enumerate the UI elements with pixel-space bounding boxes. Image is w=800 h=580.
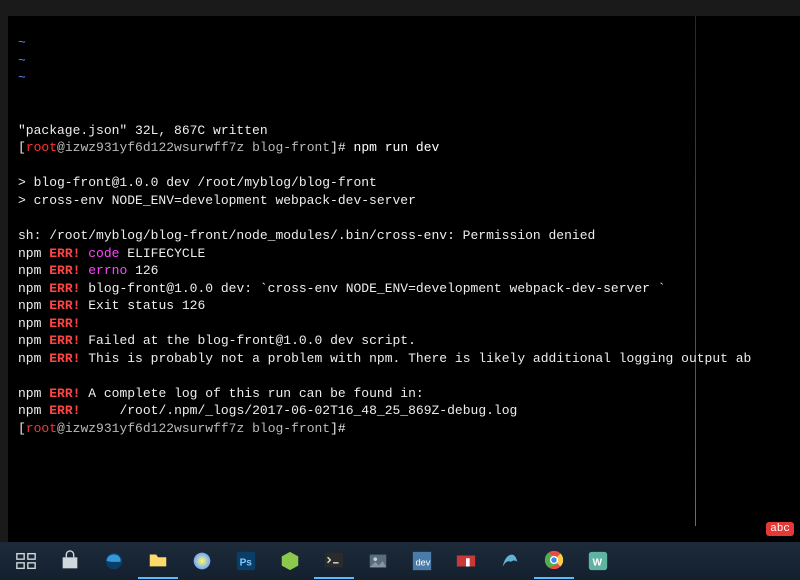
column-guide-line bbox=[695, 16, 696, 526]
npm-script-header: > cross-env NODE_ENV=development webpack… bbox=[18, 192, 790, 210]
prompt-host: izwz931yf6d122wsurwff7z bbox=[65, 421, 244, 436]
taskbar-settings-color[interactable] bbox=[182, 544, 222, 578]
prompt-user: root bbox=[26, 421, 57, 436]
npm-error-line: npm ERR! /root/.npm/_logs/2017-06-02T16_… bbox=[18, 402, 790, 420]
vim-tilde: ~ bbox=[18, 69, 790, 87]
npm-error-line: npm ERR! bbox=[18, 315, 790, 333]
terminal-icon bbox=[323, 549, 345, 571]
task-view-icon bbox=[15, 550, 37, 572]
taskbar-dev-cpp[interactable]: dev bbox=[402, 544, 442, 578]
blank-line bbox=[18, 157, 790, 175]
edge-icon bbox=[103, 550, 125, 572]
blank-line bbox=[18, 209, 790, 227]
taskbar-wps[interactable]: W bbox=[578, 544, 618, 578]
npm-icon bbox=[455, 550, 477, 572]
wps-icon: W bbox=[587, 550, 609, 572]
vim-write-message: "package.json" 32L, 867C written bbox=[18, 122, 790, 140]
npm-error-line: npm ERR! Failed at the blog-front@1.0.0 … bbox=[18, 332, 790, 350]
taskbar-terminal[interactable] bbox=[314, 543, 354, 579]
npm-error-line: npm ERR! blog-front@1.0.0 dev: `cross-en… bbox=[18, 280, 790, 298]
taskbar[interactable]: Ps dev W bbox=[0, 542, 800, 580]
npm-error-line: npm ERR! code ELIFECYCLE bbox=[18, 245, 790, 263]
taskbar-photoshop[interactable]: Ps bbox=[226, 544, 266, 578]
prompt-dir: blog-front bbox=[252, 421, 330, 436]
npm-error-line: npm ERR! errno 126 bbox=[18, 262, 790, 280]
svg-text:dev: dev bbox=[416, 558, 431, 568]
taskbar-mysql[interactable] bbox=[490, 544, 530, 578]
npm-error-line: npm ERR! A complete log of this run can … bbox=[18, 385, 790, 403]
color-wheel-icon bbox=[191, 550, 213, 572]
mysql-icon bbox=[499, 550, 521, 572]
chrome-icon bbox=[543, 549, 565, 571]
shell-prompt[interactable]: [root@izwz931yf6d122wsurwff7z blog-front… bbox=[18, 139, 790, 157]
ime-badge[interactable]: abc bbox=[766, 522, 794, 536]
taskbar-image-editor[interactable] bbox=[358, 544, 398, 578]
nodejs-icon bbox=[279, 550, 301, 572]
npm-script-header: > blog-front@1.0.0 dev /root/myblog/blog… bbox=[18, 174, 790, 192]
store-icon bbox=[59, 550, 81, 572]
svg-text:W: W bbox=[593, 558, 603, 569]
vim-tilde: ~ bbox=[18, 34, 790, 52]
blank-line bbox=[18, 87, 790, 105]
taskbar-file-explorer[interactable] bbox=[138, 543, 178, 579]
taskbar-edge[interactable] bbox=[94, 544, 134, 578]
blank-line bbox=[18, 367, 790, 385]
vim-tilde: ~ bbox=[18, 52, 790, 70]
npm-error-line: npm ERR! This is probably not a problem … bbox=[18, 350, 790, 368]
folder-icon bbox=[147, 549, 169, 571]
svg-text:Ps: Ps bbox=[240, 558, 253, 569]
taskbar-store[interactable] bbox=[50, 544, 90, 578]
prompt-host: izwz931yf6d122wsurwff7z bbox=[65, 140, 244, 155]
taskbar-nodejs[interactable] bbox=[270, 544, 310, 578]
blank-line bbox=[18, 104, 790, 122]
taskbar-chrome[interactable] bbox=[534, 543, 574, 579]
taskbar-npm[interactable] bbox=[446, 544, 486, 578]
prompt-user: root bbox=[26, 140, 57, 155]
image-icon bbox=[367, 550, 389, 572]
terminal-window[interactable]: ~ ~ ~ "package.json" 32L, 867C written [… bbox=[8, 16, 800, 580]
photoshop-icon: Ps bbox=[235, 550, 257, 572]
prompt-dir: blog-front bbox=[252, 140, 330, 155]
shell-error: sh: /root/myblog/blog-front/node_modules… bbox=[18, 227, 790, 245]
taskbar-task-view[interactable] bbox=[6, 544, 46, 578]
command-text: npm run dev bbox=[354, 140, 440, 155]
npm-error-line: npm ERR! Exit status 126 bbox=[18, 297, 790, 315]
at-sign: @ bbox=[57, 140, 65, 155]
dev-cpp-icon: dev bbox=[411, 550, 433, 572]
at-sign: @ bbox=[57, 421, 65, 436]
shell-prompt[interactable]: [root@izwz931yf6d122wsurwff7z blog-front… bbox=[18, 420, 790, 438]
